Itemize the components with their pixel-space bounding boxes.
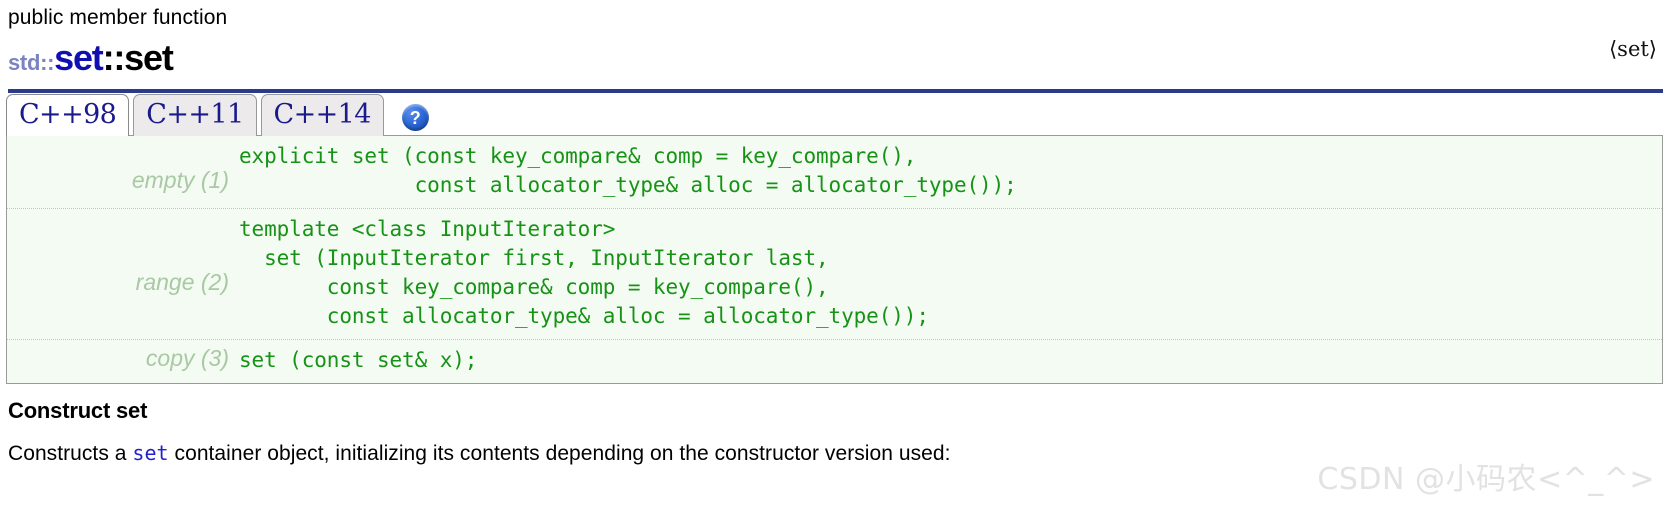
title-row: std:: set:: set ⟨set⟩ <box>8 37 1663 79</box>
description-paragraph: Constructs a set container object, initi… <box>8 438 1663 469</box>
prototype-label-empty: empty (1) <box>131 167 229 193</box>
title-member: set <box>124 37 174 78</box>
function-kind-label: public member function <box>8 6 228 29</box>
prototype-row-range: range (2) template <class InputIterator>… <box>7 208 1662 339</box>
prototype-label-range: range (2) <box>135 269 229 295</box>
tab-cpp98[interactable]: C++98 <box>6 94 130 136</box>
help-icon[interactable]: ? <box>401 104 429 131</box>
title-class: set <box>54 37 104 78</box>
prototype-row-copy: copy (3) set (const set& x); <box>7 339 1662 383</box>
tab-cpp11[interactable]: C++11 <box>133 94 257 136</box>
prototype-label-copy: copy (3) <box>145 345 229 371</box>
prototype-table: empty (1) explicit set (const key_compar… <box>6 135 1663 384</box>
page-title: std:: set:: set <box>8 37 174 79</box>
prototype-code-empty: explicit set (const key_compare& comp = … <box>239 144 1017 197</box>
title-namespace: std:: <box>8 50 55 75</box>
tab-cpp14[interactable]: C++14 <box>260 94 384 136</box>
section-heading: Construct set <box>8 398 148 423</box>
prototype-code-range: template <class InputIterator> set (Inpu… <box>239 217 929 328</box>
prototype-row-empty: empty (1) explicit set (const key_compar… <box>7 136 1662 208</box>
title-scope-separator: :: <box>102 37 126 78</box>
prototype-code-copy: set (const set& x); <box>239 348 478 372</box>
page-header: public member function std:: set:: set ⟨se… <box>0 0 1671 93</box>
description-section: Construct set Constructs a set container… <box>0 398 1671 469</box>
description-text-after: container object, initializing its conte… <box>168 442 951 465</box>
standard-version-tabs: C++98 C++11 C++14 ? <box>0 93 1671 136</box>
header-file-label: ⟨set⟩ <box>1608 37 1657 61</box>
description-text-before: Constructs a <box>8 442 133 465</box>
set-link[interactable]: set <box>132 441 168 465</box>
